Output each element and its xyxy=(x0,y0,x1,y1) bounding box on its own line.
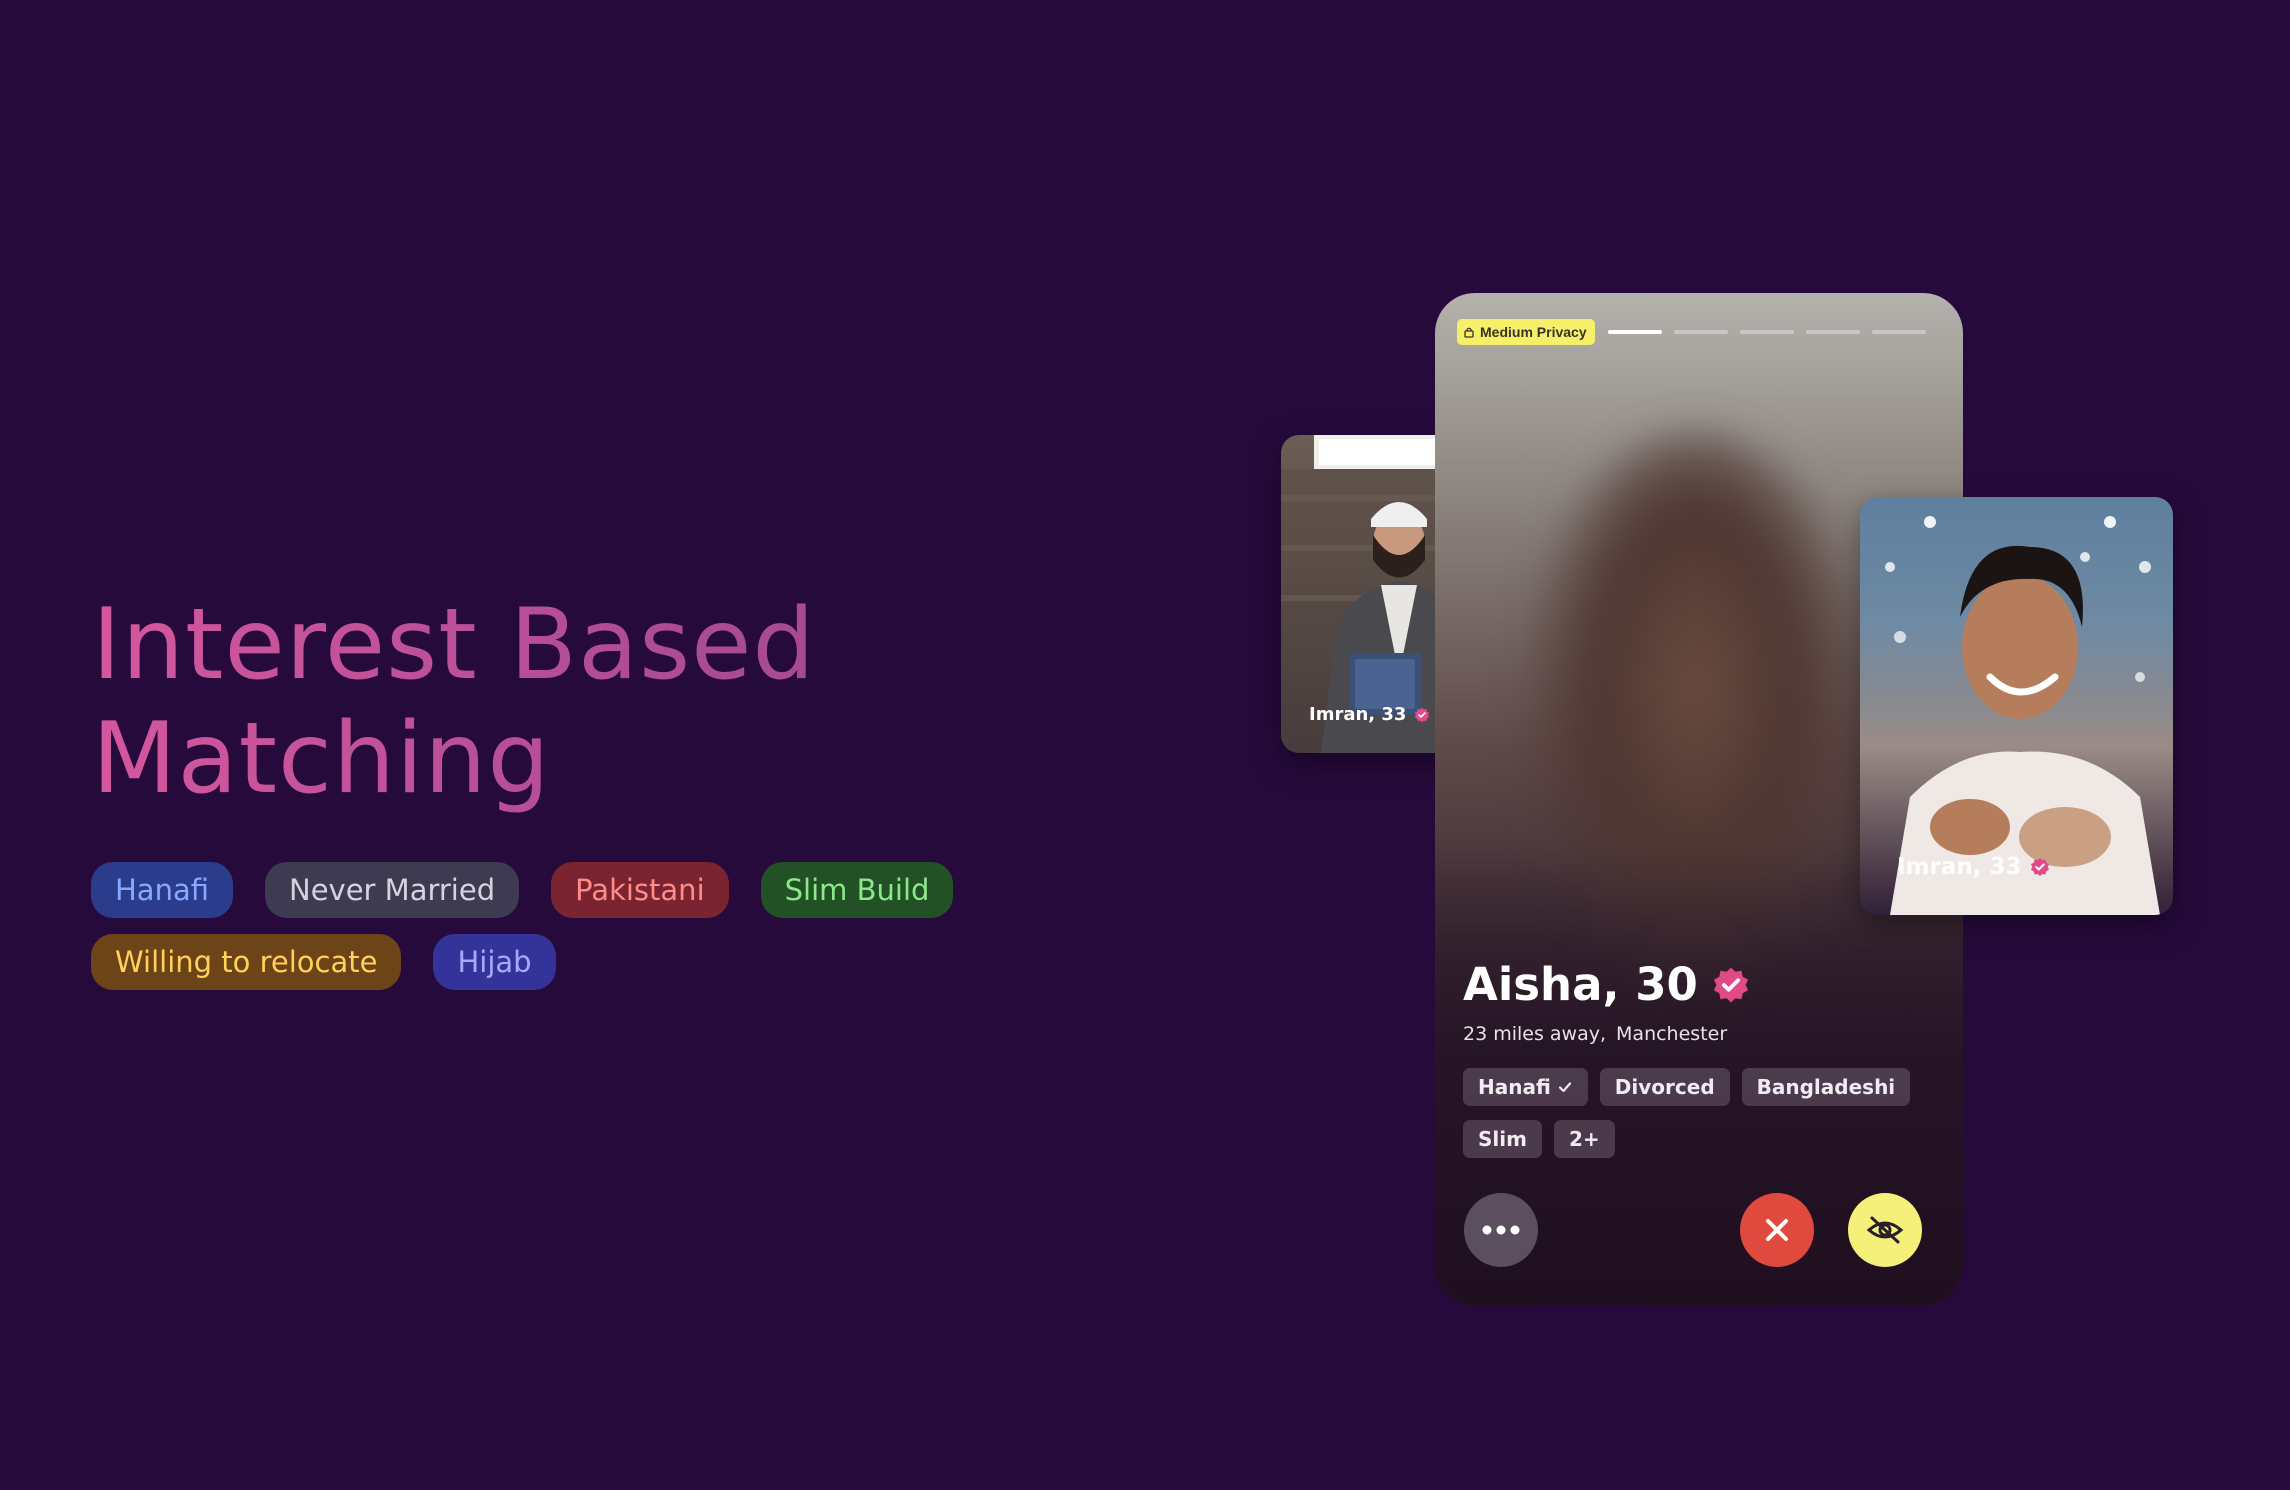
page-headline: Interest Based Matching xyxy=(92,588,992,816)
profile-tag-label: 2+ xyxy=(1568,1127,1600,1151)
lock-icon xyxy=(1464,327,1474,338)
photo-progress-segment[interactable] xyxy=(1740,330,1794,334)
profile-name-row: Aisha, 30 xyxy=(1463,958,1750,1011)
profile-tag: 2+ xyxy=(1553,1120,1615,1158)
interest-chip[interactable]: Willing to relocate xyxy=(91,934,402,990)
photo-progress-segment[interactable] xyxy=(1806,330,1860,334)
profile-tag-label: Bangladeshi xyxy=(1756,1075,1896,1099)
man-portrait-photo xyxy=(1885,516,2160,915)
profile-tag: Slim xyxy=(1463,1120,1542,1158)
profile-tag: Bangladeshi xyxy=(1741,1068,1911,1106)
profile-card-right[interactable]: Imran, 33 xyxy=(1860,497,2173,915)
profile-tag: Hanafi xyxy=(1463,1068,1588,1106)
privacy-label: Medium Privacy xyxy=(1480,324,1587,340)
headline-line-1: Interest Based xyxy=(92,588,816,702)
tag-row: Hanafi Divorced Bangladeshi xyxy=(1463,1068,1933,1106)
chip-row: Hanafi Never Married Pakistani Slim Build xyxy=(91,862,1091,918)
interest-chip[interactable]: Hanafi xyxy=(91,862,233,918)
profile-distance: 23 miles away, xyxy=(1463,1023,1607,1045)
profile-tag: Divorced xyxy=(1599,1068,1730,1106)
card-name: Imran, 33 xyxy=(1897,854,2022,880)
headline-line-2: Matching xyxy=(92,702,551,816)
check-icon xyxy=(1558,1082,1571,1093)
pass-button[interactable] xyxy=(1740,1193,1814,1267)
profile-city: Manchester xyxy=(1616,1023,1728,1045)
profile-name: Aisha, 30 xyxy=(1463,958,1698,1011)
tag-row: Slim 2+ xyxy=(1463,1120,1933,1158)
card-name: Imran, 33 xyxy=(1309,704,1407,725)
card-name-label: Imran, 33 xyxy=(1897,854,2050,880)
profile-tag-label: Slim xyxy=(1478,1127,1527,1151)
interest-chips: Hanafi Never Married Pakistani Slim Build W… xyxy=(91,862,1091,1006)
profile-tag-label: Hanafi xyxy=(1478,1075,1551,1099)
profile-location: 23 miles away, Manchester xyxy=(1463,1023,1737,1045)
more-button[interactable] xyxy=(1464,1193,1538,1267)
more-icon xyxy=(1482,1225,1520,1235)
interest-chip[interactable]: Pakistani xyxy=(551,862,729,918)
verified-badge-icon xyxy=(1713,967,1748,1002)
photo-progress-segment[interactable] xyxy=(1608,330,1662,334)
profile-tags: Hanafi Divorced Bangladeshi Slim 2+ xyxy=(1463,1068,1933,1172)
privacy-badge[interactable]: Medium Privacy xyxy=(1457,319,1595,345)
interest-chip[interactable]: Never Married xyxy=(265,862,520,918)
card-name-label: Imran, 33 xyxy=(1309,704,1430,725)
hide-button[interactable] xyxy=(1848,1193,1922,1267)
verified-badge-icon xyxy=(1415,707,1430,722)
close-icon xyxy=(1766,1219,1788,1241)
chip-row: Willing to relocate Hijab xyxy=(91,934,1091,990)
interest-chip[interactable]: Slim Build xyxy=(760,862,954,918)
photo-progress-segment[interactable] xyxy=(1872,330,1926,334)
verified-badge-icon xyxy=(2030,857,2049,877)
photo-progress-segment[interactable] xyxy=(1674,330,1728,334)
interest-chip[interactable]: Hijab xyxy=(433,934,556,990)
profile-tag-label: Divorced xyxy=(1614,1075,1715,1099)
photo-progress-bar xyxy=(1608,330,1926,334)
eye-off-icon xyxy=(1866,1216,1904,1244)
